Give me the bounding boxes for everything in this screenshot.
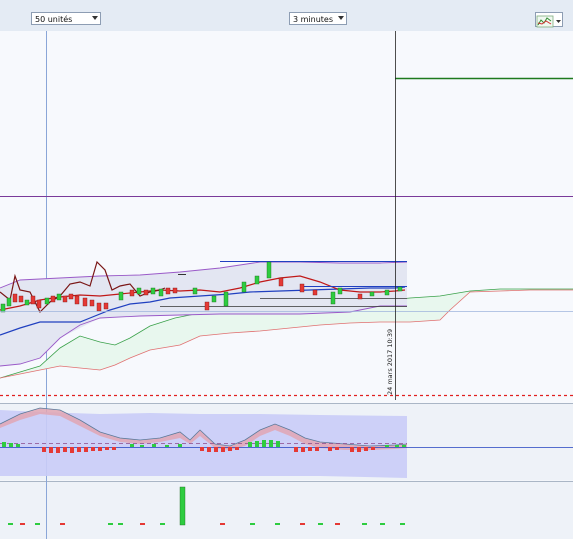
toolbar: 50 unités 3 minutes (0, 0, 573, 32)
interval-select[interactable]: 3 minutes (289, 12, 347, 25)
chart-type-icon (536, 15, 561, 28)
interval-select-value: 3 minutes (293, 15, 334, 24)
chevron-down-icon (338, 16, 344, 20)
chart-type-button[interactable] (535, 12, 563, 28)
chevron-down-icon (92, 16, 98, 20)
units-select[interactable]: 50 unités (31, 12, 101, 25)
crosshair-datetime-label: 24 mars 2017 10:39 (386, 328, 394, 395)
volume-panel (0, 482, 573, 539)
chart-area[interactable] (0, 31, 573, 539)
units-select-value: 50 unités (35, 15, 73, 24)
